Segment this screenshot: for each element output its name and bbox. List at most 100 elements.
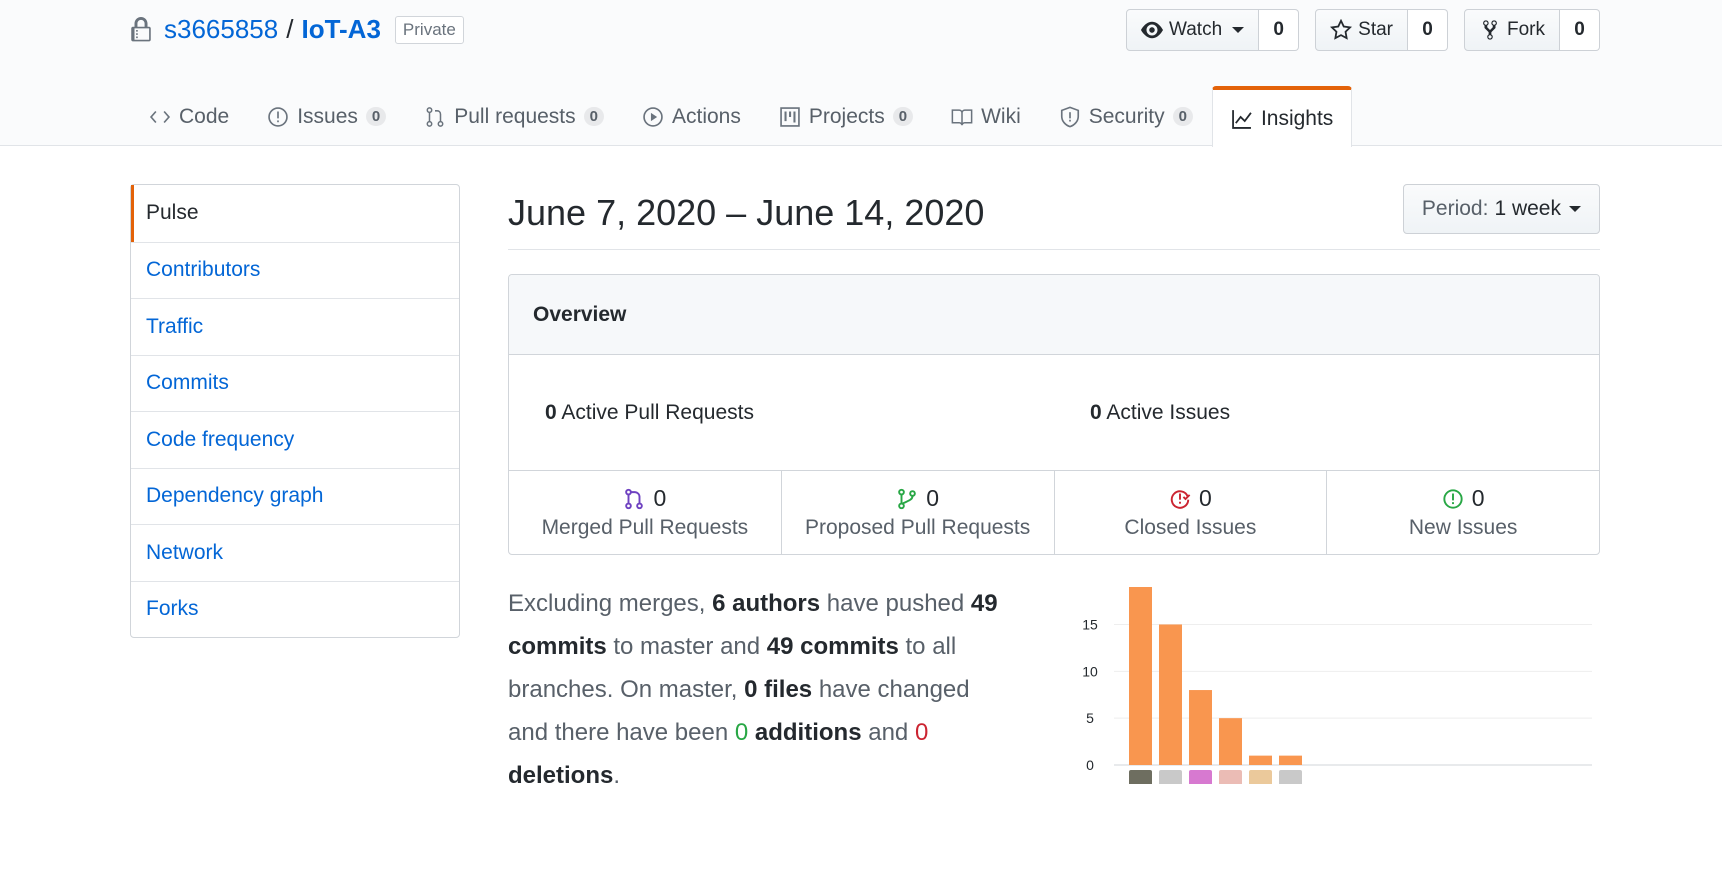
graph-icon (1232, 109, 1252, 129)
stat-closed-issues[interactable]: 0 Closed Issues (1053, 471, 1327, 554)
summary-text-6: and (861, 719, 915, 746)
tab-code[interactable]: Code (130, 86, 248, 146)
repo-header: s3665858 / IoT-A3 Private Watch 0 Star 0… (0, 0, 1722, 147)
tab-security-counter: 0 (1172, 107, 1193, 126)
y-tick-label: 15 (1082, 616, 1098, 632)
sidebar-item-pulse[interactable]: Pulse (131, 185, 459, 242)
bar (1189, 690, 1212, 765)
summary-text-3: to master and (606, 633, 767, 660)
lock-icon (131, 16, 151, 41)
repo-separator: / (286, 14, 294, 44)
period-select[interactable]: Period: 1 week (1402, 184, 1600, 234)
active-prs[interactable]: 0 Active Pull Requests (509, 401, 1054, 425)
fork-label: Fork (1507, 19, 1545, 40)
overview-title: Overview (509, 275, 1599, 355)
project-icon (780, 106, 800, 127)
summary-additions-label: additions (748, 719, 862, 746)
summary-text-1: Excluding merges, (508, 590, 713, 617)
bar (1129, 587, 1152, 765)
summary-authors: 6 authors (712, 590, 821, 617)
eye-icon (1141, 21, 1163, 39)
star-icon (1330, 19, 1353, 40)
active-issues-count: 0 (1090, 400, 1102, 424)
star-button[interactable]: Star (1315, 9, 1408, 51)
summary-files: 0 files (744, 676, 813, 703)
fork-button[interactable]: Fork (1464, 9, 1560, 51)
tab-security[interactable]: Security 0 (1040, 86, 1212, 146)
avatar (1219, 770, 1242, 784)
stat-new-issues[interactable]: 0 New Issues (1326, 471, 1599, 554)
tab-wiki-label: Wiki (981, 104, 1021, 128)
summary-deletions-label: deletions (508, 762, 614, 789)
avatar (1189, 770, 1212, 784)
summary-deletions-count: 0 (914, 719, 929, 746)
issue-opened-icon (1443, 488, 1463, 509)
page-title: June 7, 2020 – June 14, 2020 (508, 192, 985, 233)
overview-stats: 0 Merged Pull Requests 0 Proposed Pull R… (509, 471, 1599, 554)
avatar (1159, 770, 1182, 784)
active-prs-label: Active Pull Requests (561, 400, 754, 424)
avatar (1279, 770, 1302, 784)
stat-merged-prs-count: 0 (653, 485, 667, 511)
repo-title: s3665858 / IoT-A3 Private (130, 14, 464, 45)
tab-wiki[interactable]: Wiki (932, 86, 1040, 146)
active-prs-count: 0 (545, 400, 557, 424)
shield-icon (1060, 105, 1079, 127)
tab-pull-requests-counter: 0 (583, 107, 604, 126)
tab-pull-requests-label: Pull requests (454, 104, 576, 128)
period-label: Period: (1421, 197, 1489, 220)
stat-new-issues-label: New Issues (1408, 516, 1518, 539)
summary-additions-count: 0 (734, 719, 749, 746)
pull-request-icon (426, 106, 444, 127)
insights-sidebar: Pulse Contributors Traffic Commits Code … (130, 184, 460, 638)
watch-button[interactable]: Watch (1126, 9, 1260, 51)
sidebar-item-code-frequency[interactable]: Code frequency (131, 411, 459, 468)
tab-projects-label: Projects (808, 104, 885, 128)
bar (1249, 755, 1272, 765)
sidebar-item-commits[interactable]: Commits (131, 354, 459, 412)
issue-closed-icon (1170, 489, 1191, 509)
star-label: Star (1358, 19, 1393, 40)
stat-merged-prs[interactable]: 0 Merged Pull Requests (509, 471, 781, 554)
pagehead-actions: Watch 0 Star 0 Fork 0 (1126, 9, 1600, 51)
stat-proposed-prs-count: 0 (926, 485, 940, 511)
sidebar-item-contributors[interactable]: Contributors (131, 241, 459, 299)
stat-merged-prs-label: Merged Pull Requests (541, 516, 749, 539)
watch-label: Watch (1169, 19, 1223, 40)
private-badge: Private (394, 15, 464, 44)
divider (508, 249, 1600, 250)
sidebar-item-traffic[interactable]: Traffic (131, 298, 459, 355)
sidebar-item-network[interactable]: Network (131, 524, 459, 581)
sidebar-item-forks[interactable]: Forks (131, 580, 459, 638)
tab-issues[interactable]: Issues 0 (248, 86, 405, 146)
tab-projects[interactable]: Projects 0 (760, 86, 932, 146)
book-icon (951, 108, 973, 125)
commits-by-author-chart: 0 5 10 15 (1082, 587, 1592, 784)
play-icon (643, 106, 663, 127)
fork-group: Fork 0 (1464, 9, 1600, 51)
active-issues[interactable]: 0 Active Issues (1054, 401, 1599, 425)
watch-count[interactable]: 0 (1259, 9, 1300, 51)
avatar (1249, 770, 1272, 784)
tab-code-label: Code (179, 104, 230, 128)
overview-active: 0 Active Pull Requests 0 Active Issues (509, 355, 1599, 471)
tab-insights[interactable]: Insights (1211, 86, 1353, 147)
chevron-down-icon (1232, 27, 1245, 33)
fork-icon (1483, 20, 1497, 40)
sidebar-item-dependency-graph[interactable]: Dependency graph (131, 467, 459, 525)
active-issues-label: Active Issues (1106, 400, 1231, 424)
tab-security-label: Security (1088, 104, 1165, 128)
stat-proposed-prs[interactable]: 0 Proposed Pull Requests (780, 471, 1054, 554)
tab-actions[interactable]: Actions (623, 86, 760, 146)
y-tick-label: 5 (1086, 710, 1094, 726)
merge-icon (625, 488, 644, 509)
fork-count[interactable]: 0 (1560, 9, 1600, 51)
star-count[interactable]: 0 (1408, 9, 1448, 51)
bar (1279, 755, 1302, 765)
tab-pull-requests[interactable]: Pull requests 0 (405, 86, 623, 146)
bar (1159, 624, 1182, 765)
tab-actions-label: Actions (672, 104, 741, 128)
period-value: 1 week (1494, 197, 1561, 220)
repo-owner-link[interactable]: s3665858 (164, 14, 278, 45)
repo-name-link[interactable]: IoT-A3 (301, 14, 380, 45)
